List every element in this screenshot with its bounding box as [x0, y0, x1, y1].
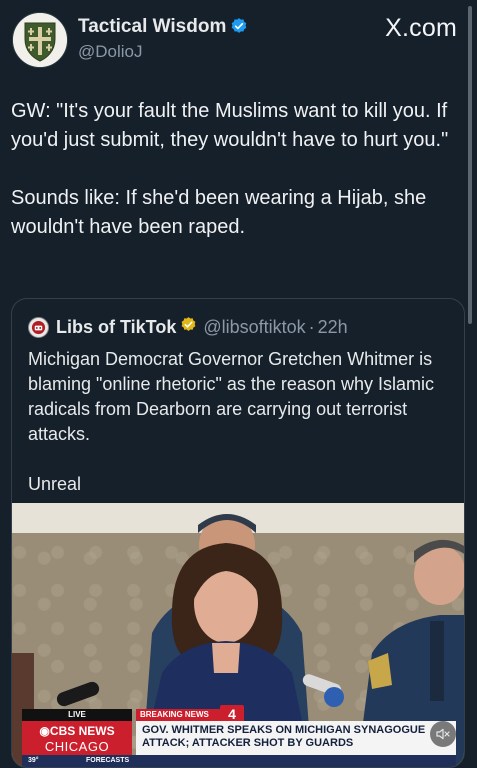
separator: ·	[308, 316, 315, 337]
quoted-avatar[interactable]	[28, 316, 49, 338]
handle[interactable]: @DolioJ	[78, 42, 143, 62]
muted-speaker-icon	[436, 728, 450, 740]
news-headline: GOV. WHITMER SPEAKS ON MICHIGAN SYNAGOGU…	[136, 721, 456, 755]
info-bar: 39° FORECASTS	[22, 755, 456, 767]
quoted-display-name[interactable]: Libs of TikTok	[56, 317, 176, 338]
scrollbar[interactable]	[468, 6, 472, 324]
forecasts-label: FORECASTS	[86, 757, 130, 764]
quoted-tweet-header: Libs of TikTok @libsoftiktok · 22h	[28, 315, 348, 339]
temperature: 39°	[28, 757, 39, 764]
brand-top: ◉CBS NEWS	[22, 723, 132, 739]
crusader-shield-icon	[13, 13, 67, 67]
site-label: X.com	[385, 14, 457, 42]
tweet-text: GW: "It's your fault the Muslims want to…	[11, 100, 449, 238]
display-name[interactable]: Tactical Wisdom	[78, 16, 248, 41]
display-name-text: Tactical Wisdom	[78, 16, 227, 37]
libs-of-tiktok-logo-icon	[31, 320, 46, 334]
tweet-header: Tactical Wisdom @DolioJ X.com	[0, 0, 477, 80]
quoted-tweet-text: Michigan Democrat Governor Gretchen Whit…	[28, 349, 434, 494]
avatar[interactable]	[12, 12, 68, 68]
quoted-handle[interactable]: @libsoftiktok	[203, 317, 305, 338]
quoted-tweet[interactable]: Libs of TikTok @libsoftiktok · 22h Michi…	[11, 298, 465, 768]
verified-badge-icon	[230, 17, 248, 41]
cbs-news-brand: ◉CBS NEWS CHICAGO	[22, 721, 132, 755]
mute-button[interactable]	[430, 721, 456, 747]
brand-bottom: CHICAGO	[44, 739, 110, 754]
news-lower-third: LIVE ◉CBS NEWS CHICAGO BREAKING NEWS 4 G…	[12, 705, 464, 767]
live-tag: LIVE	[22, 709, 132, 721]
gold-verified-badge-icon	[180, 316, 197, 338]
cbs-eye-icon: ◉	[39, 724, 50, 738]
brand-top-text: CBS NEWS	[49, 724, 115, 738]
breaking-news-tag: BREAKING NEWS	[136, 709, 220, 721]
quoted-timestamp[interactable]: 22h	[318, 317, 348, 338]
video-player[interactable]: LIVE ◉CBS NEWS CHICAGO BREAKING NEWS 4 G…	[12, 503, 464, 767]
